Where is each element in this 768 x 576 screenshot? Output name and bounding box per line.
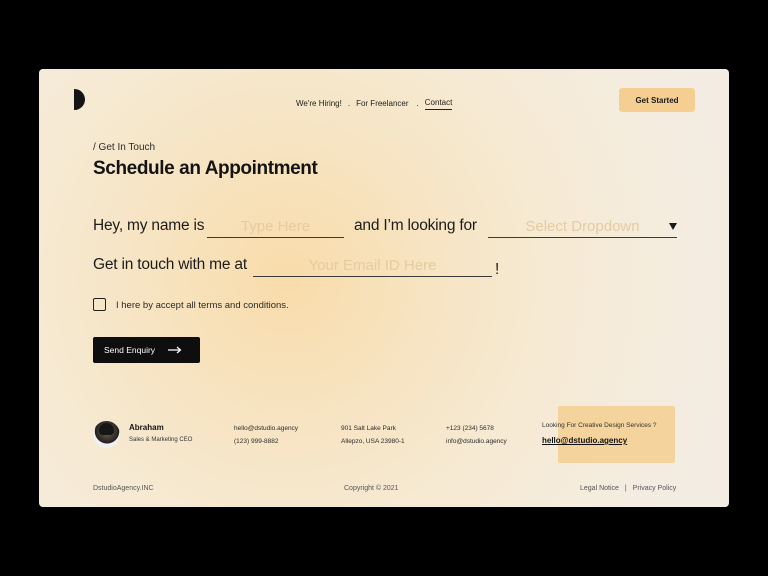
contact-phone[interactable]: (123) 999-8882 [234,435,298,448]
legal-separator: | [624,485,627,492]
select-placeholder: Select Dropdown [525,218,640,235]
address-line-2: Allepzo, USA 23980-1 [341,438,405,445]
cta-highlight-box [558,406,675,463]
logo-icon[interactable] [74,89,85,110]
brand-text: DstudioAgency.INC [93,485,154,492]
avatar [93,421,120,448]
company-phone[interactable]: +123 (234) 5678 [446,422,507,435]
email-suffix: ! [495,261,500,278]
cta-email-link[interactable]: hello@dstudio.agency [542,436,627,445]
terms-label[interactable]: I here by accept all terms and condition… [116,300,289,311]
legal-notice-link[interactable]: Legal Notice [580,485,619,492]
email-input[interactable]: Your Email ID Here [253,256,492,277]
page-title: Schedule an Appointment [93,158,318,179]
nav-separator: . [416,98,419,108]
company-contact-block: +123 (234) 5678 info@dstudio.agency [446,422,507,448]
nav-link-hiring[interactable]: We're Hiring! [296,99,342,108]
name-input[interactable]: Type Here [207,217,344,238]
address-block: 901 Salt Lake Park Allepzo, USA 23980-1 [341,422,405,448]
nav-link-contact[interactable]: Contact [424,98,453,110]
company-email[interactable]: info@dstudio.agency [446,435,507,448]
contact-name: Abraham [129,423,164,432]
address-line-1: 901 Salt Lake Park [341,425,396,432]
top-nav: We're Hiring! . For Freelancer . Contact [296,96,453,110]
contact-info-block: hello@dstudio.agency (123) 999-8882 [234,422,298,448]
get-started-button[interactable]: Get Started [619,88,695,112]
nav-separator: . [347,98,351,108]
chevron-down-icon [669,223,677,230]
nav-link-freelancer[interactable]: For Freelancer [356,99,408,108]
arrow-right-icon [168,346,182,354]
copyright-text: Copyright © 2021 [344,485,399,492]
privacy-policy-link[interactable]: Privacy Policy [633,485,677,492]
send-enquiry-button[interactable]: Send Enquiry [93,337,200,363]
breadcrumb: / Get In Touch [93,142,156,153]
contact-role: Sales & Marketing CEO [129,437,193,443]
service-select[interactable]: Select Dropdown [488,217,677,238]
email-prefix-text: Get in touch with me at [93,256,247,273]
legal-links: Legal Notice | Privacy Policy [580,485,676,492]
name-prefix-text: Hey, my name is [93,217,205,234]
looking-for-text: and I’m looking for [354,217,477,234]
contact-email[interactable]: hello@dstudio.agency [234,422,298,435]
terms-checkbox[interactable] [93,298,106,311]
cta-question: Looking For Creative Design Services ? [542,422,657,429]
contact-page-card: We're Hiring! . For Freelancer . Contact… [39,69,729,507]
send-enquiry-label: Send Enquiry [104,345,156,355]
